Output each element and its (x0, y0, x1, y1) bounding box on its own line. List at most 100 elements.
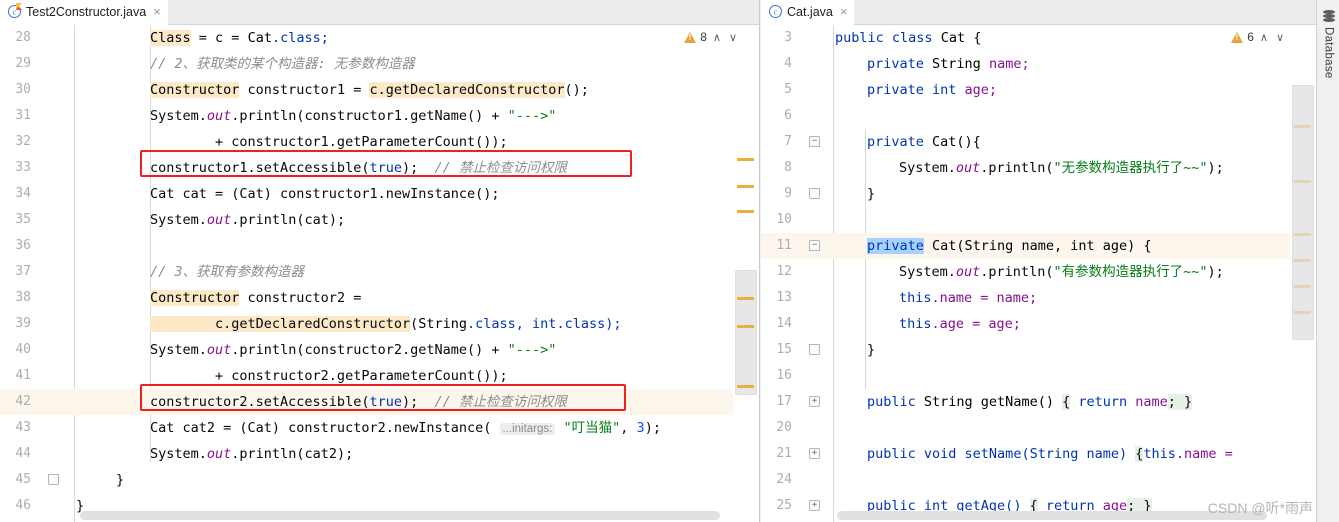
code-line[interactable]: 36 (0, 233, 759, 259)
gutter[interactable] (799, 467, 833, 493)
code-text[interactable]: + constructor1.getParameterCount()); (74, 129, 759, 155)
gutter[interactable] (38, 363, 74, 389)
code-line[interactable]: 15 } (761, 337, 1316, 363)
code-text[interactable]: } (833, 337, 1316, 363)
gutter[interactable] (799, 155, 833, 181)
code-text[interactable] (833, 103, 1316, 129)
code-line[interactable]: 35 System.out.println(cat); (0, 207, 759, 233)
code-line[interactable]: 30 Constructor constructor1 = c.getDecla… (0, 77, 759, 103)
gutter[interactable] (799, 181, 833, 207)
code-text[interactable]: constructor2.setAccessible(true); // 禁止检… (74, 389, 759, 415)
code-text[interactable]: System.out.println(constructor2.getName(… (74, 337, 759, 363)
fold-start-icon[interactable]: − (809, 136, 820, 147)
next-problem-icon[interactable]: ∨ (1274, 31, 1286, 44)
code-line[interactable]: 40 System.out.println(constructor2.getNa… (0, 337, 759, 363)
code-text[interactable]: } (833, 181, 1316, 207)
code-text[interactable] (833, 467, 1316, 493)
gutter[interactable]: + (799, 389, 833, 415)
code-line[interactable]: 14 this.age = age; (761, 311, 1316, 337)
gutter[interactable] (799, 51, 833, 77)
gutter[interactable] (38, 337, 74, 363)
fold-expand-icon[interactable]: + (809, 448, 820, 459)
code-text[interactable]: public String getName() { return name; } (833, 389, 1316, 415)
code-line-current[interactable]: 11 − private Cat(String name, int age) { (761, 233, 1316, 259)
code-text[interactable]: Constructor constructor1 = c.getDeclared… (74, 77, 759, 103)
gutter[interactable] (38, 51, 74, 77)
fold-end-icon[interactable] (809, 188, 820, 199)
code-text[interactable]: // 3、获取有参数构造器 (74, 259, 759, 285)
code-line[interactable]: 24 (761, 467, 1316, 493)
gutter[interactable] (799, 25, 833, 51)
gutter[interactable] (38, 155, 74, 181)
gutter[interactable]: − (799, 233, 833, 259)
next-problem-icon[interactable]: ∨ (727, 31, 739, 44)
close-icon[interactable]: × (151, 5, 161, 18)
prev-problem-icon[interactable]: ∧ (711, 31, 723, 44)
tool-window-button-database[interactable]: Database (1317, 4, 1339, 79)
fold-start-icon[interactable]: − (809, 240, 820, 251)
gutter[interactable]: + (799, 441, 833, 467)
code-line[interactable]: 8 System.out.println("无参数构造器执行了~~"); (761, 155, 1316, 181)
gutter[interactable] (799, 415, 833, 441)
code-text[interactable]: constructor1.setAccessible(true); // 禁止检… (74, 155, 759, 181)
code-line[interactable]: 28 Class = c = Cat.class; (0, 25, 759, 51)
horizontal-scrollbar-right[interactable] (837, 511, 1267, 520)
code-line[interactable]: 37 // 3、获取有参数构造器 (0, 259, 759, 285)
gutter[interactable] (38, 311, 74, 337)
fold-expand-icon[interactable]: + (809, 500, 820, 511)
gutter[interactable]: + (799, 493, 833, 519)
code-line[interactable]: 20 (761, 415, 1316, 441)
code-line[interactable]: 38 Constructor constructor2 = (0, 285, 759, 311)
code-text[interactable]: System.out.println("无参数构造器执行了~~"); (833, 155, 1316, 181)
gutter[interactable] (38, 441, 74, 467)
code-text[interactable]: this.name = name; (833, 285, 1316, 311)
prev-problem-icon[interactable]: ∧ (1258, 31, 1270, 44)
code-line[interactable]: 7 − private Cat(){ (761, 129, 1316, 155)
code-line[interactable]: 4 private String name; (761, 51, 1316, 77)
gutter[interactable] (799, 207, 833, 233)
gutter[interactable] (38, 129, 74, 155)
gutter[interactable] (799, 103, 833, 129)
code-text[interactable]: Class = c = Cat.class; (74, 25, 759, 51)
code-line[interactable]: 16 (761, 363, 1316, 389)
gutter[interactable] (799, 259, 833, 285)
code-text[interactable]: Cat cat2 = (Cat) constructor2.newInstanc… (74, 415, 759, 441)
fold-end-icon[interactable] (809, 344, 820, 355)
horizontal-scrollbar-left[interactable] (80, 511, 720, 520)
gutter[interactable] (799, 77, 833, 103)
code-text[interactable] (833, 363, 1316, 389)
close-icon[interactable]: × (838, 5, 848, 18)
code-text[interactable]: System.out.println(cat); (74, 207, 759, 233)
code-text[interactable]: } (74, 467, 759, 493)
gutter[interactable] (38, 181, 74, 207)
code-text[interactable]: private Cat(String name, int age) { (833, 233, 1316, 259)
code-text[interactable]: Constructor constructor2 = (74, 285, 759, 311)
gutter[interactable] (38, 25, 74, 51)
code-text[interactable]: private String name; (833, 51, 1316, 77)
code-line[interactable]: 33 constructor1.setAccessible(true); // … (0, 155, 759, 181)
code-text[interactable]: private int age; (833, 77, 1316, 103)
gutter[interactable] (38, 207, 74, 233)
gutter[interactable] (38, 259, 74, 285)
gutter[interactable] (38, 415, 74, 441)
gutter[interactable] (799, 337, 833, 363)
fold-end-icon[interactable] (48, 474, 59, 485)
code-line[interactable]: 6 (761, 103, 1316, 129)
code-text[interactable]: c.getDeclaredConstructor(String.class, i… (74, 311, 759, 337)
gutter[interactable] (38, 467, 74, 493)
code-line[interactable]: 12 System.out.println("有参数构造器执行了~~"); (761, 259, 1316, 285)
gutter[interactable] (38, 493, 74, 519)
code-line[interactable]: 41 + constructor2.getParameterCount()); (0, 363, 759, 389)
editor-content-right[interactable]: 3 public class Cat { 4 private String na… (761, 25, 1316, 522)
gutter[interactable] (38, 389, 74, 415)
gutter[interactable] (799, 311, 833, 337)
code-line[interactable]: 17 + public String getName() { return na… (761, 389, 1316, 415)
code-text[interactable] (74, 233, 759, 259)
code-line[interactable]: 10 (761, 207, 1316, 233)
gutter[interactable]: − (799, 129, 833, 155)
code-text[interactable]: // 2、获取类的某个构造器: 无参数构造器 (74, 51, 759, 77)
code-line[interactable]: 21 + public void setName(String name) {t… (761, 441, 1316, 467)
editor-content-left[interactable]: 28 Class = c = Cat.class; 29 // 2、获取类的某个… (0, 25, 759, 522)
code-text[interactable]: System.out.println(constructor1.getName(… (74, 103, 759, 129)
code-line[interactable]: 31 System.out.println(constructor1.getNa… (0, 103, 759, 129)
